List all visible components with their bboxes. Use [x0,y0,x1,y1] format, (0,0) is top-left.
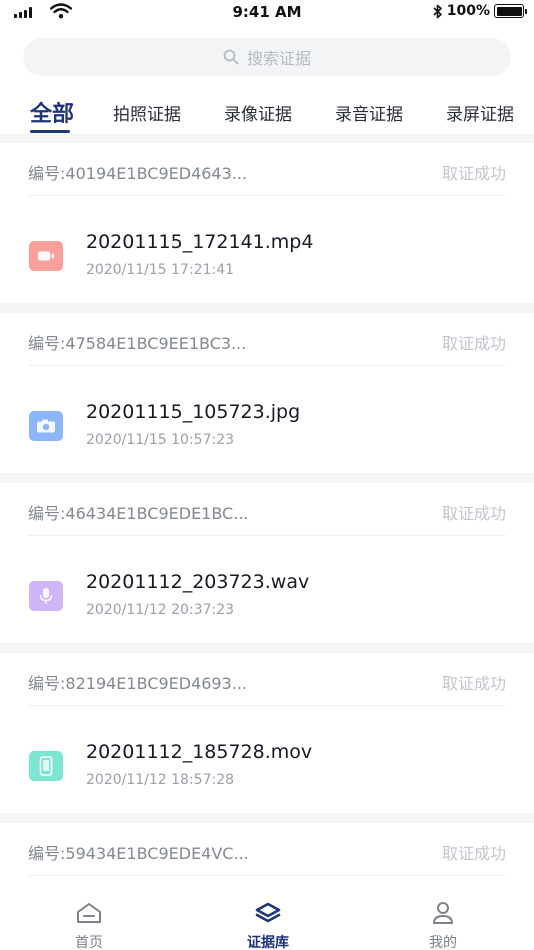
card-header: 编号:46434E1BC9EDE1BC... 取证成功 [28,500,506,536]
file-timestamp: 2020/11/15 17:21:41 [86,262,235,278]
evidence-id-value: 47584E1BC9EE1BC3... [65,334,247,353]
file-name: 20201112_185728.mov [86,741,313,763]
tab-photo-evidence[interactable]: 拍照证据 [113,100,181,125]
tab-all[interactable]: 全部 [30,96,74,128]
evidence-id: 编号:82194E1BC9ED4693... [28,670,247,705]
card-header: 编号:47584E1BC9EE1BC3... 取证成功 [28,330,506,366]
phone-screen-icon [29,751,63,781]
bluetooth-icon [433,4,442,18]
evidence-id-value: 59434E1BC9EDE4VC... [65,844,249,863]
evidence-id: 编号:46434E1BC9EDE1BC... [28,500,248,535]
nav-home-label: 首页 [75,935,103,950]
bottom-navigation: 首页 证据库 我的 [0,886,534,950]
card-header: 编号:59434E1BC9EDE4VC... 取证成功 [28,840,506,876]
file-timestamp: 2020/11/12 18:57:28 [86,772,235,788]
evidence-id-label: 编号: [28,674,66,693]
evidence-id-value: 46434E1BC9EDE1BC... [65,504,249,523]
status-bar: 9:41 AM 100% [0,0,534,26]
evidence-id-value: 82194E1BC9ED4693... [65,674,248,693]
video-icon [29,241,63,271]
card-header: 编号:82194E1BC9ED4693... 取证成功 [28,670,506,706]
layers-icon [255,902,281,923]
nav-evidence-library-label: 证据库 [247,935,289,950]
nav-home[interactable]: 首页 [44,900,134,950]
evidence-id: 编号:40194E1BC9ED4643... [28,160,247,195]
battery-icon [494,4,527,18]
status-badge: 取证成功 [441,504,506,523]
evidence-id-label: 编号: [28,844,66,863]
nav-evidence-library[interactable]: 证据库 [223,900,313,950]
status-badge: 取证成功 [441,844,506,863]
evidence-card[interactable]: 编号:59434E1BC9EDE4VC... 取证成功 [0,823,534,886]
evidence-id-label: 编号: [28,164,66,183]
file-name: 20201115_105723.jpg [86,401,301,423]
evidence-card[interactable]: 编号:82194E1BC9ED4693... 取证成功 20201112_185… [0,653,534,813]
file-name: 20201112_203723.wav [86,571,310,593]
battery-fill [496,6,522,16]
file-timestamp: 2020/11/15 10:57:23 [86,432,235,448]
user-icon [433,902,453,924]
home-icon [77,903,101,923]
nav-mine[interactable]: 我的 [398,900,488,950]
evidence-list[interactable]: 编号:40194E1BC9ED4643... 取证成功 20201115_172… [0,134,534,886]
evidence-id-value: 40194E1BC9ED4643... [65,164,248,183]
tab-screen-recording-evidence[interactable]: 录屏证据 [446,100,514,125]
evidence-id: 编号:47584E1BC9EE1BC3... [28,330,246,365]
microphone-icon [29,581,63,611]
evidence-id-label: 编号: [28,504,66,523]
battery-percent: 100% [446,3,490,19]
tab-video-evidence[interactable]: 录像证据 [224,100,292,125]
status-badge: 取证成功 [441,164,506,183]
evidence-card[interactable]: 编号:40194E1BC9ED4643... 取证成功 20201115_172… [0,143,534,303]
search-placeholder: 搜索证据 [246,49,311,68]
status-badge: 取证成功 [441,334,506,353]
category-tabs: 全部 拍照证据 录像证据 录音证据 录屏证据 [0,92,534,134]
status-right: 100% [433,3,527,19]
tab-audio-evidence[interactable]: 录音证据 [335,100,403,125]
evidence-card[interactable]: 编号:47584E1BC9EE1BC3... 取证成功 20201115_105… [0,313,534,473]
file-name: 20201115_172141.mp4 [86,231,314,253]
search-input[interactable]: 搜索证据 [23,38,511,76]
active-tab-indicator [30,130,70,133]
card-header: 编号:40194E1BC9ED4643... 取证成功 [28,160,506,196]
evidence-id-label: 编号: [28,334,66,353]
camera-icon [29,411,63,441]
file-timestamp: 2020/11/12 20:37:23 [86,602,235,618]
evidence-card[interactable]: 编号:46434E1BC9EDE1BC... 取证成功 20201112_203… [0,483,534,643]
search-icon [223,49,239,65]
nav-mine-label: 我的 [429,935,457,950]
evidence-id: 编号:59434E1BC9EDE4VC... [28,840,249,875]
status-badge: 取证成功 [441,674,506,693]
